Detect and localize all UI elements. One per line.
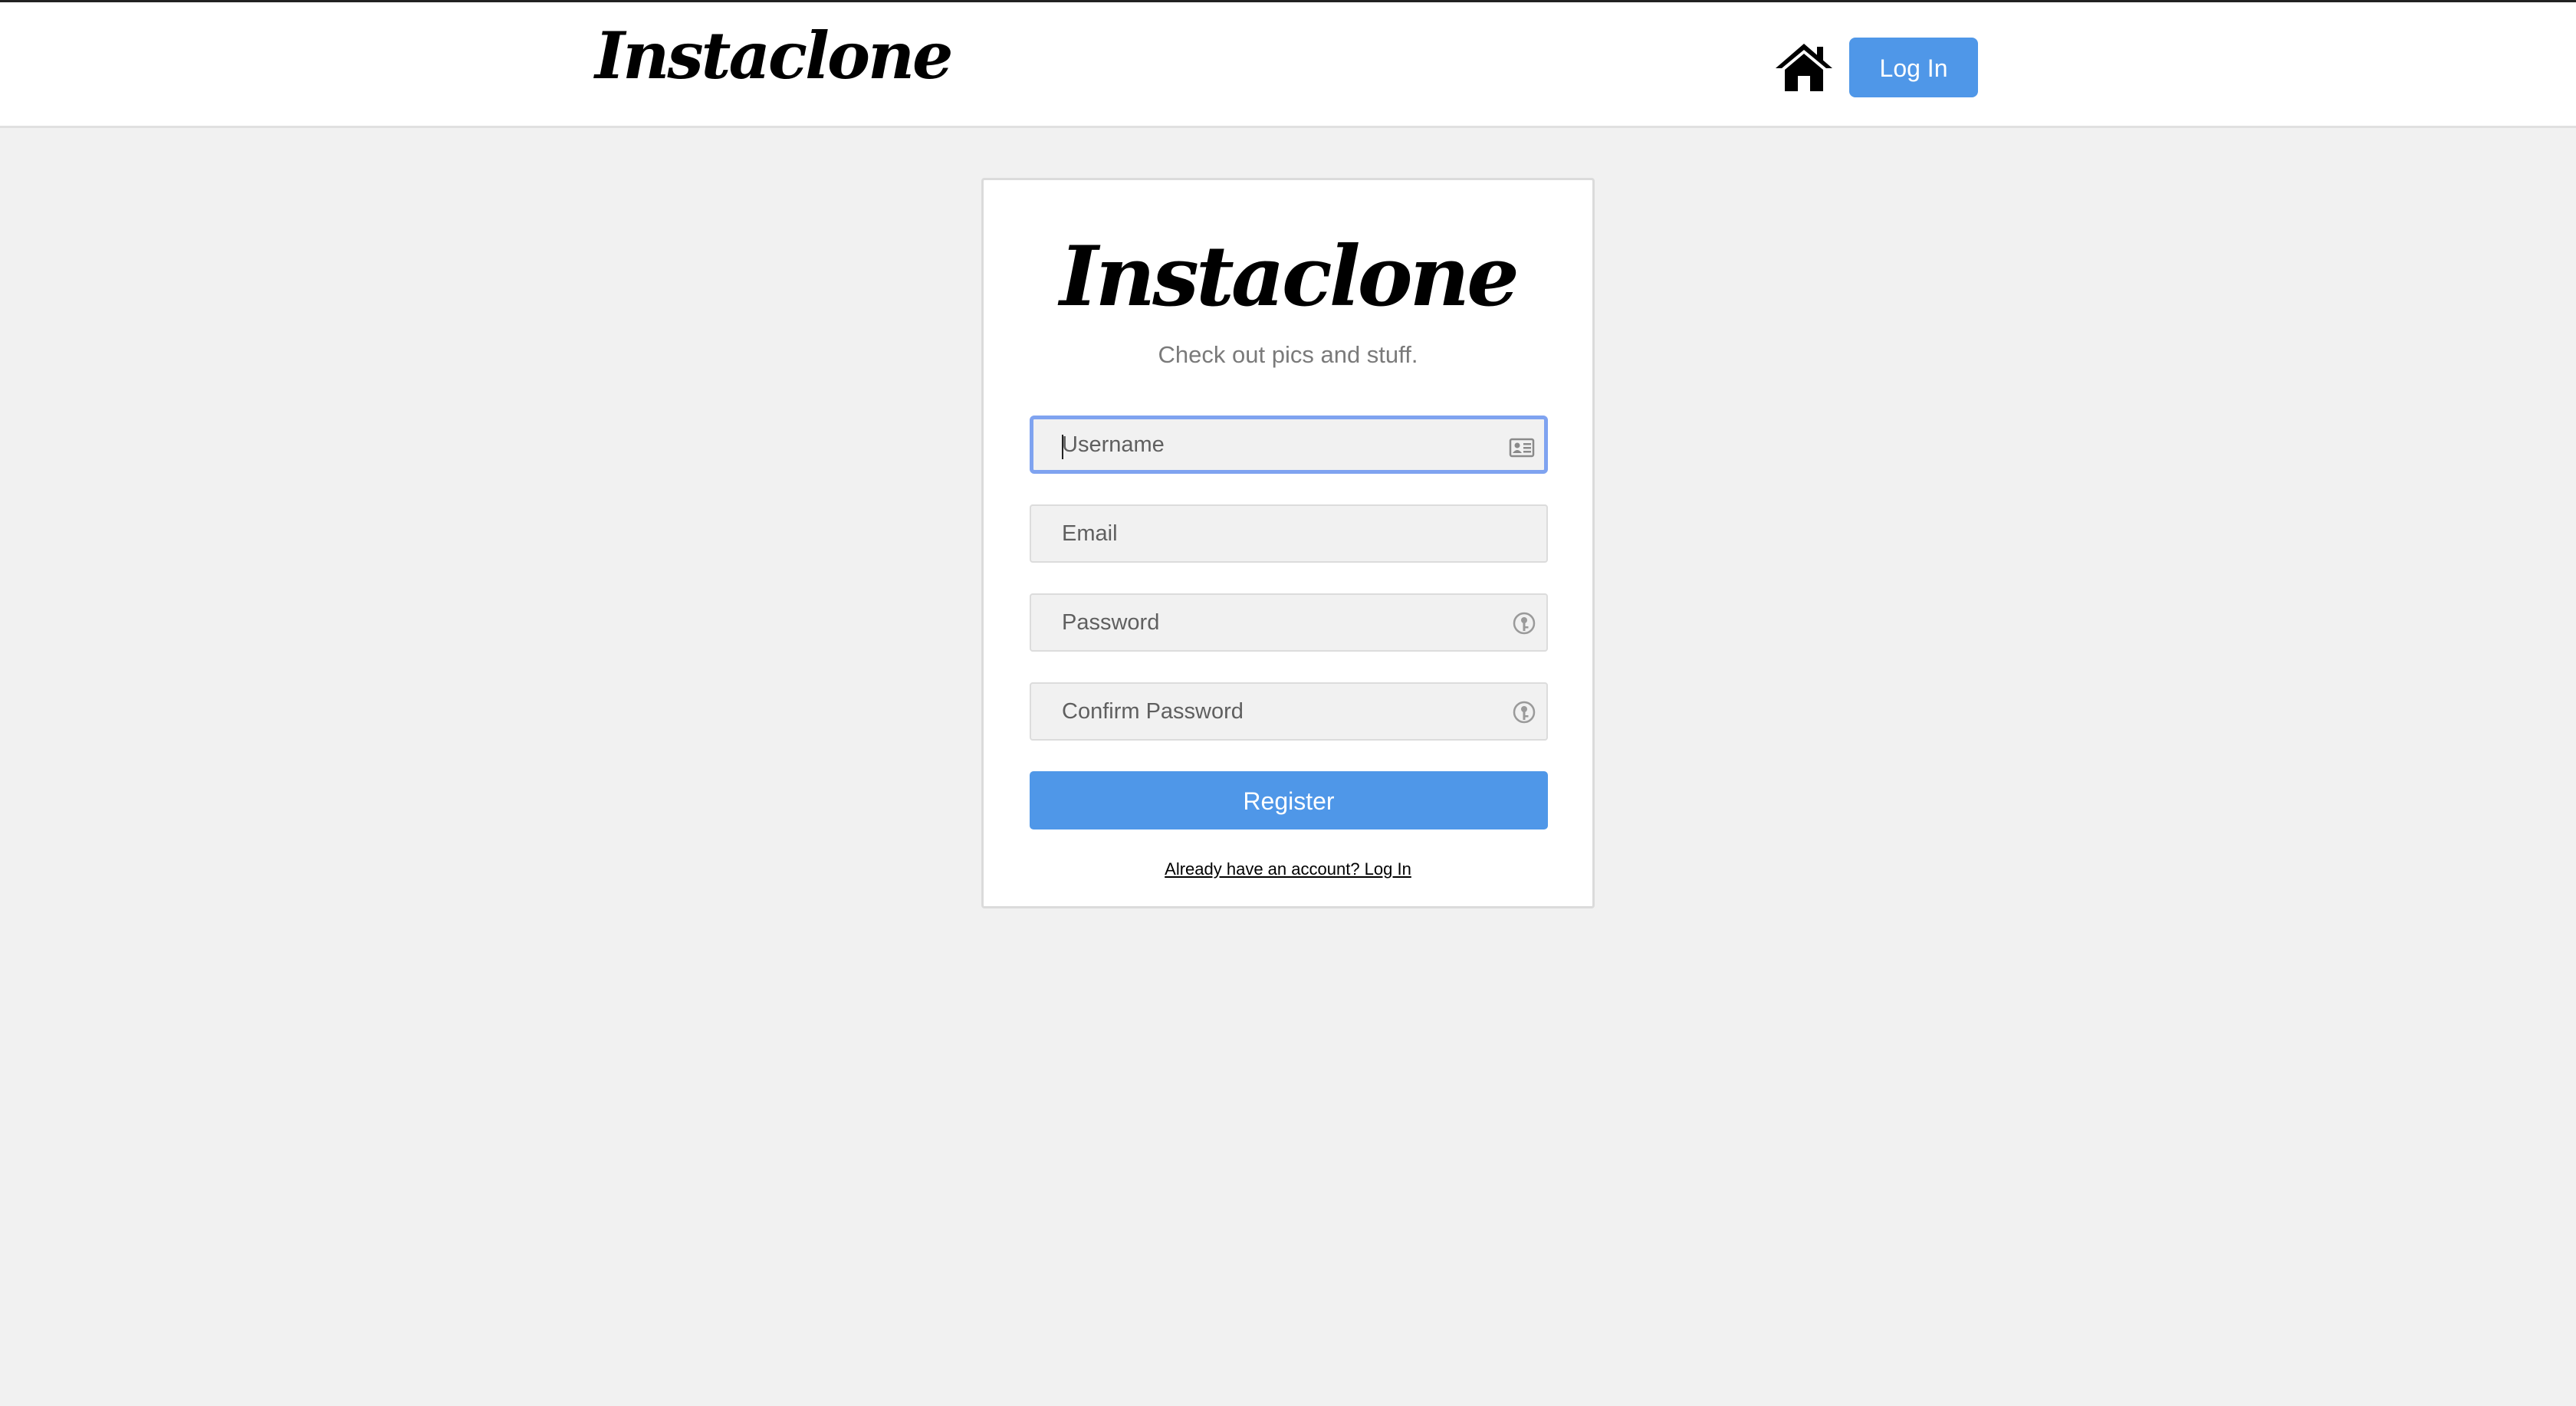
text-caret — [1062, 435, 1063, 459]
password-input[interactable] — [1031, 595, 1546, 650]
confirm-password-field[interactable] — [1030, 682, 1548, 741]
email-input[interactable] — [1031, 506, 1546, 561]
password-field[interactable] — [1030, 593, 1548, 652]
top-navbar: Instaclone Log In — [0, 2, 2576, 128]
nav-login-button[interactable]: Log In — [1849, 38, 1978, 97]
register-card: Instaclone Check out pics and stuff. Use… — [981, 178, 1595, 908]
username-input[interactable] — [1033, 419, 1544, 470]
card-subtitle: Check out pics and stuff. — [1158, 341, 1418, 368]
home-icon[interactable] — [1774, 41, 1834, 93]
card-title: Instaclone — [1060, 228, 1520, 325]
brand-logo[interactable]: Instaclone — [595, 24, 953, 88]
contact-card-icon — [1509, 438, 1535, 458]
confirm-password-input[interactable] — [1031, 684, 1546, 739]
email-field[interactable] — [1030, 504, 1548, 563]
username-field[interactable] — [1030, 416, 1548, 474]
password-key-icon[interactable] — [1511, 699, 1537, 725]
password-key-icon[interactable] — [1511, 610, 1537, 636]
register-button[interactable]: Register — [1030, 771, 1548, 829]
page: Instaclone Log In Instaclone Check out p… — [0, 0, 2576, 1406]
login-link[interactable]: Already have an account? Log In — [984, 859, 1592, 879]
